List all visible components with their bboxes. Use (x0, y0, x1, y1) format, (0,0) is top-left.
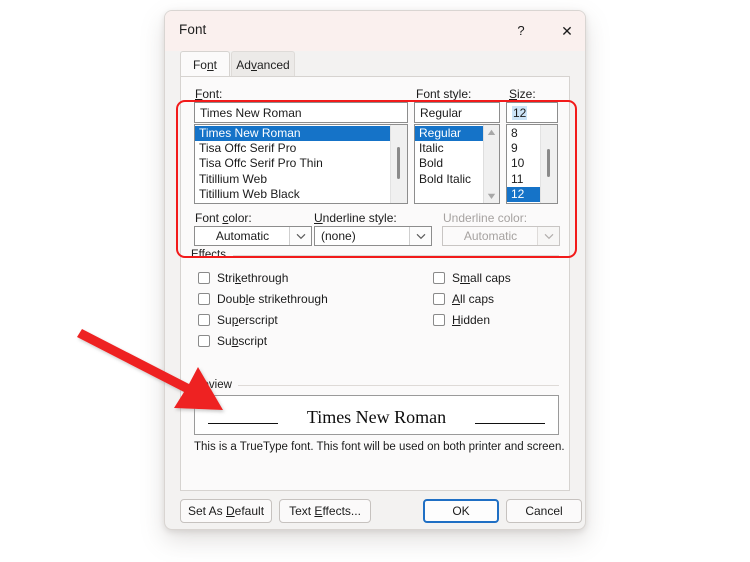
checkbox-box[interactable] (198, 272, 210, 284)
ok-button[interactable]: OK (423, 499, 499, 523)
text-effects-button[interactable]: Text Effects... (279, 499, 371, 523)
list-item[interactable]: Italic (415, 141, 483, 156)
list-item[interactable]: Times New Roman (195, 126, 390, 142)
tab-font-label: Font (192, 58, 218, 72)
checkbox-label: All caps (452, 292, 495, 306)
cancel-button[interactable]: Cancel (506, 499, 582, 523)
font-dialog: Font ? ✕ Font Advanced Font: Font style:… (164, 10, 586, 530)
font-color-value: Automatic (215, 229, 270, 243)
scrollbar-thumb[interactable] (547, 149, 550, 177)
ok-label: OK (452, 504, 470, 518)
close-icon[interactable]: ✕ (555, 20, 579, 42)
checkbox-box[interactable] (198, 314, 210, 326)
checkbox-label: Superscript (217, 313, 278, 327)
preview-group-label: Preview (191, 379, 237, 391)
preview-group-divider (238, 385, 559, 386)
tab-strip: Font Advanced (165, 51, 585, 77)
scroll-up-arrow-icon[interactable] (484, 125, 499, 139)
font-style-list-scrollbar[interactable] (483, 125, 499, 203)
underline-color-label: Underline color: (443, 211, 528, 225)
font-name-list-scrollbar[interactable] (390, 125, 407, 203)
scroll-down-arrow-icon[interactable] (484, 189, 499, 203)
chevron-down-icon (537, 227, 559, 245)
list-item[interactable]: Regular (415, 126, 483, 142)
font-color-label: Font color: (195, 211, 252, 225)
cancel-label: Cancel (525, 504, 563, 518)
font-tab-panel: Font: Font style: Size: Times New Roman … (180, 76, 570, 491)
underline-style-label: Underline style: (314, 211, 397, 225)
list-item[interactable]: 9 (507, 141, 540, 156)
font-size-list-scrollbar[interactable] (540, 125, 557, 203)
set-as-default-button[interactable]: Set As Default (180, 499, 272, 523)
font-size-list[interactable]: 8 9 10 11 12 (506, 124, 558, 204)
underline-style-value: (none) (321, 229, 356, 243)
font-style-list[interactable]: Regular Italic Bold Bold Italic (414, 124, 500, 204)
effects-group-divider (233, 255, 559, 256)
font-size-list-rows: 8 9 10 11 12 (507, 126, 540, 202)
checkbox-box[interactable] (198, 293, 210, 305)
list-item[interactable]: Bold (415, 156, 483, 171)
checkbox-label: Small caps (452, 271, 511, 285)
font-name-list-rows: Times New Roman Tisa Offc Serif Pro Tisa… (195, 126, 390, 202)
tab-font[interactable]: Font (180, 51, 230, 77)
effects-group-label: Effects (191, 249, 231, 261)
checkbox-label: Strikethrough (217, 271, 289, 285)
chevron-down-icon[interactable] (409, 227, 431, 245)
font-style-value: Regular (420, 106, 463, 120)
checkbox-box[interactable] (198, 335, 210, 347)
underline-color-dropdown: Automatic (442, 226, 560, 246)
font-label: Font: (195, 87, 223, 101)
checkbox-box[interactable] (433, 314, 445, 326)
tab-advanced-accel: v (250, 58, 257, 72)
font-style-label: Font style: (416, 87, 472, 101)
size-label: Size: (509, 87, 536, 101)
list-item[interactable]: Tisa Offc Serif Pro Thin (195, 156, 390, 171)
checkbox-label: Subscript (217, 334, 268, 348)
text-effects-label: Text Effects... (289, 504, 361, 518)
checkbox-label: Hidden (452, 313, 491, 327)
font-size-input[interactable]: 12 (506, 102, 558, 123)
scrollbar-thumb[interactable] (397, 147, 400, 179)
preview-box: Times New Roman (194, 395, 559, 435)
underline-style-dropdown[interactable]: (none) (314, 226, 432, 246)
tab-advanced[interactable]: Advanced (231, 51, 295, 77)
list-item[interactable]: Titillium Web Black (195, 187, 390, 202)
checkbox-box[interactable] (433, 272, 445, 284)
checkbox-box[interactable] (433, 293, 445, 305)
list-item[interactable]: Tisa Offc Serif Pro (195, 141, 390, 156)
list-item[interactable]: Bold Italic (415, 172, 483, 187)
font-size-value: 12 (512, 106, 528, 120)
checkbox-label: Double strikethrough (217, 292, 328, 306)
screenshot-canvas: Font ? ✕ Font Advanced Font: Font style:… (0, 0, 750, 562)
dialog-title: Font (179, 22, 207, 37)
font-style-input[interactable]: Regular (414, 102, 500, 123)
font-name-input[interactable]: Times New Roman (194, 102, 408, 123)
preview-sample-text: Times New Roman (306, 407, 447, 427)
list-item[interactable]: 11 (507, 172, 540, 187)
help-icon[interactable]: ? (509, 20, 533, 42)
tab-advanced-label: Advanced (236, 58, 290, 72)
dialog-titlebar: Font ? ✕ (165, 11, 585, 52)
font-color-dropdown[interactable]: Automatic (194, 226, 312, 246)
preview-note: This is a TrueType font. This font will … (194, 441, 565, 453)
chevron-down-icon[interactable] (289, 227, 311, 245)
list-item[interactable]: 10 (507, 156, 540, 171)
font-name-value: Times New Roman (200, 106, 302, 120)
font-name-list[interactable]: Times New Roman Tisa Offc Serif Pro Tisa… (194, 124, 408, 204)
list-item[interactable]: Titillium Web (195, 172, 390, 187)
list-item[interactable]: 12 (507, 186, 540, 202)
tab-font-accel: n (206, 58, 214, 72)
font-style-list-rows: Regular Italic Bold Bold Italic (415, 126, 483, 187)
set-as-default-label: Set As Default (187, 504, 265, 518)
underline-color-value: Automatic (463, 229, 518, 243)
list-item[interactable]: 8 (507, 126, 540, 141)
